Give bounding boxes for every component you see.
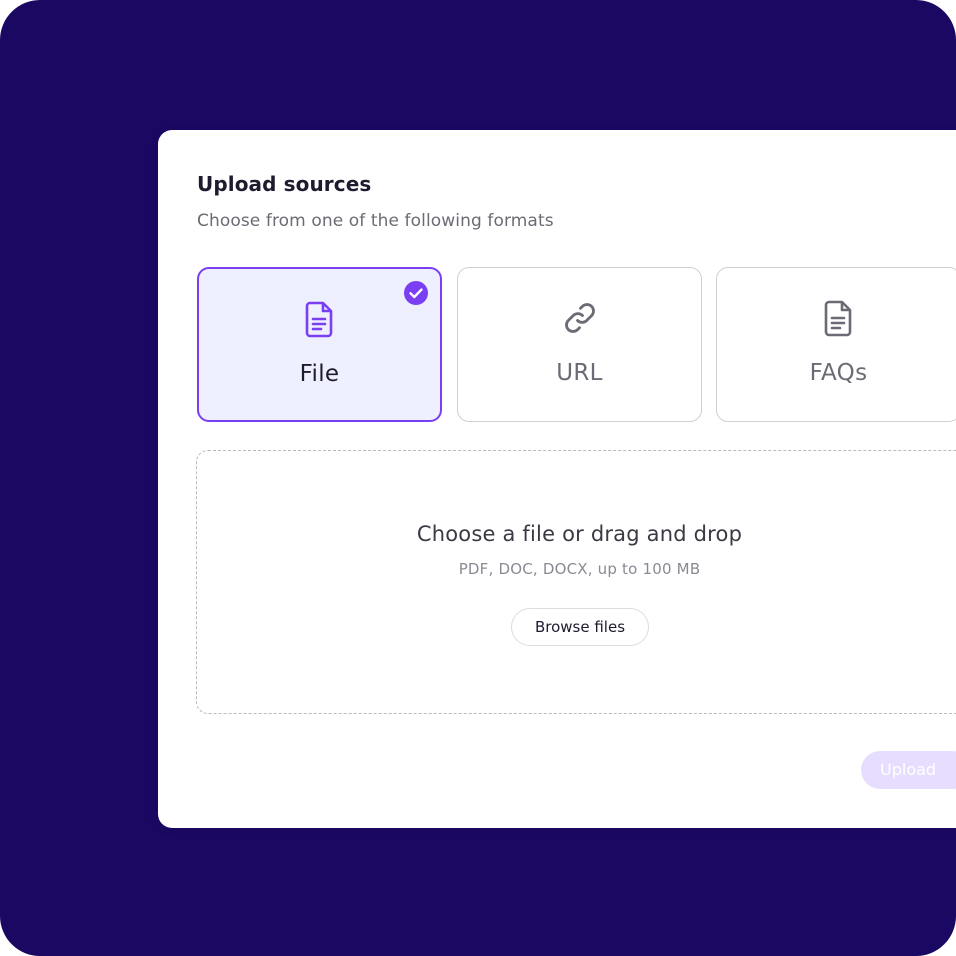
file-drop-zone[interactable]: Choose a file or drag and drop PDF, DOC,…: [196, 450, 956, 714]
source-option-label: File: [299, 361, 340, 387]
source-option-label: FAQs: [809, 360, 868, 386]
app-background: Upload sources Choose from one of the fo…: [0, 0, 956, 956]
source-option-faqs[interactable]: FAQs: [716, 267, 956, 422]
panel-title: Upload sources: [197, 172, 372, 196]
source-option-url[interactable]: URL: [457, 267, 702, 422]
link-icon: [564, 303, 595, 333]
faq-document-icon: [824, 300, 851, 337]
drop-zone-title: Choose a file or drag and drop: [416, 522, 743, 546]
browse-files-button[interactable]: Browse files: [511, 608, 649, 646]
upload-sources-panel: Upload sources Choose from one of the fo…: [158, 130, 956, 828]
upload-button[interactable]: Upload: [861, 751, 956, 789]
checkmark-icon: [404, 281, 428, 305]
file-document-icon: [305, 301, 332, 338]
source-option-file[interactable]: File: [197, 267, 442, 422]
source-option-label: URL: [556, 360, 603, 386]
panel-subtitle: Choose from one of the following formats: [197, 211, 554, 231]
drop-zone-hint: PDF, DOC, DOCX, up to 100 MB: [458, 560, 701, 578]
